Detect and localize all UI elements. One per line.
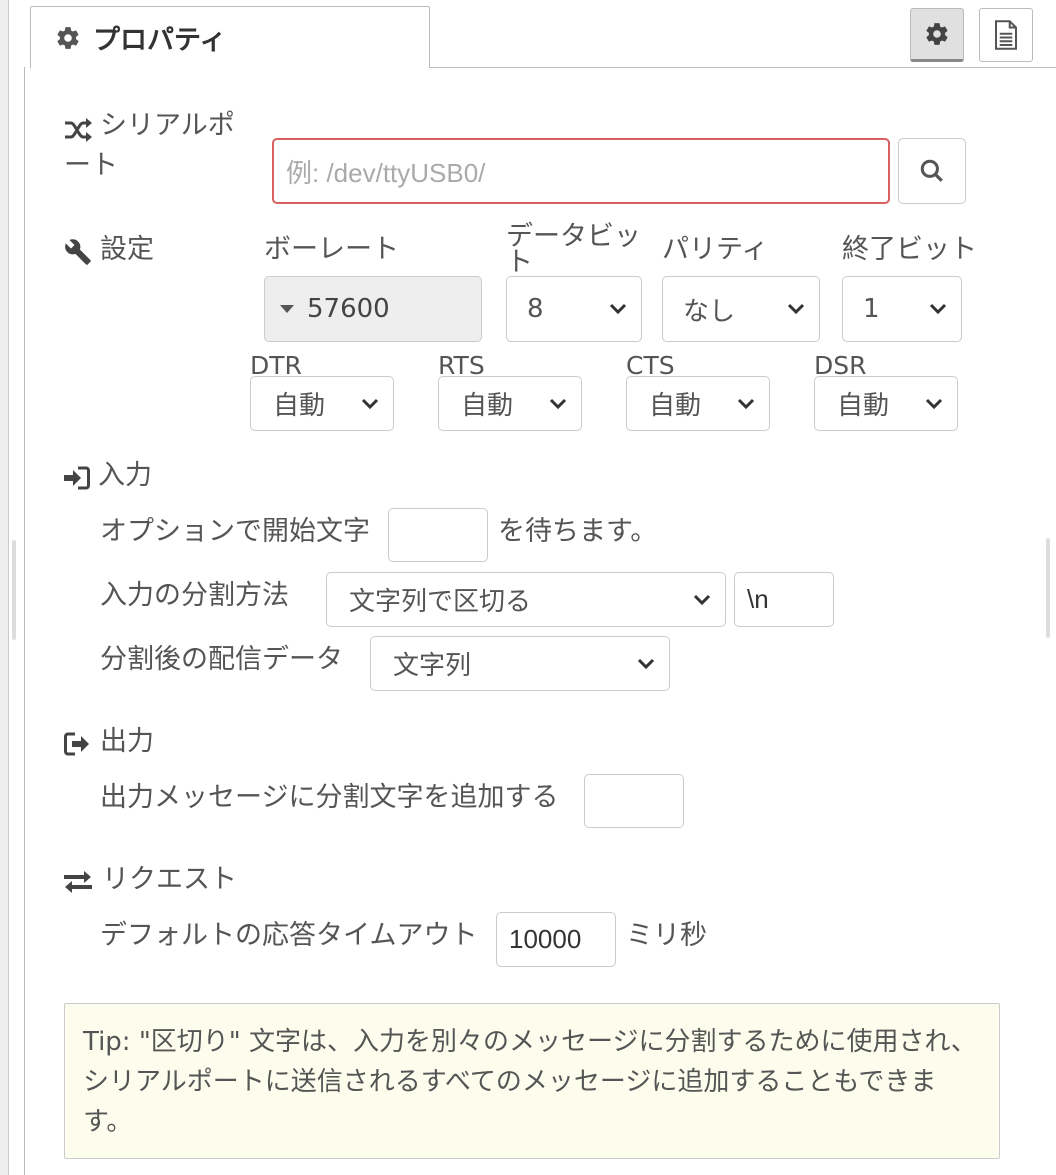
timeout-label: デフォルトの応答タイムアウト — [100, 920, 478, 951]
workspace-edge — [0, 0, 9, 1175]
dsr-select[interactable]: 自動 — [814, 376, 958, 431]
rts-select[interactable]: 自動 — [438, 376, 582, 431]
timeout-input[interactable]: 10000 — [496, 912, 616, 967]
parity-value: なし — [683, 296, 736, 327]
tab-title: プロパティ — [93, 25, 227, 56]
split-char-input[interactable]: \n — [734, 572, 834, 627]
search-port-button[interactable] — [898, 138, 966, 204]
stopbits-value: 1 — [863, 294, 880, 324]
scrollbar[interactable] — [1046, 538, 1050, 638]
chevron-down-icon — [925, 398, 943, 409]
start-char-input[interactable] — [388, 508, 488, 562]
serial-port-label-cont: ート — [64, 150, 118, 181]
chevron-down-icon — [609, 303, 627, 315]
dtr-select[interactable]: 自動 — [250, 376, 394, 431]
shuffle-icon — [65, 118, 92, 142]
serial-port-input[interactable]: 例: /dev/ttyUSB0/ — [272, 138, 890, 204]
exchange-icon — [64, 871, 92, 893]
output-heading: 出力 — [100, 726, 154, 757]
add-char-input[interactable] — [584, 774, 684, 828]
databits-label: データビット — [506, 221, 641, 278]
sign-in-icon — [64, 466, 90, 490]
input-heading: 入力 — [98, 460, 152, 491]
settings-tab-button[interactable] — [910, 8, 964, 62]
tip-text: Tip: "区切り" 文字は、入力を別々のメッセージに分割するために使用され、シ… — [83, 1027, 977, 1137]
serial-port-label: シリアルポ — [100, 110, 235, 141]
properties-panel: プロパティ シリアルポ ート 例: /dev/ttyUSB0/ 設定 ボーレート… — [0, 0, 1056, 1175]
tip-box: Tip: "区切り" 文字は、入力を別々のメッセージに分割するために使用され、シ… — [64, 1003, 1000, 1159]
chevron-down-icon — [737, 398, 755, 409]
dtr-value: 自動 — [273, 391, 326, 421]
chevron-down-icon — [929, 303, 947, 315]
stopbits-select[interactable]: 1 — [842, 276, 962, 342]
stopbits-label: 終了ビット — [842, 234, 977, 265]
split-label: 入力の分割方法 — [100, 580, 289, 611]
search-icon — [920, 159, 943, 182]
baud-value: 57600 — [307, 294, 390, 324]
split-char-value: \n — [747, 584, 769, 614]
resize-handle-left[interactable] — [12, 540, 16, 640]
gear-icon — [57, 26, 79, 49]
cts-value: 自動 — [649, 391, 702, 421]
document-icon — [995, 20, 1017, 50]
databits-select[interactable]: 8 — [506, 276, 642, 342]
chevron-down-icon — [361, 398, 379, 409]
baud-label: ボーレート — [264, 234, 399, 265]
timeout-value: 10000 — [509, 924, 582, 954]
deliver-label: 分割後の配信データ — [100, 644, 343, 675]
chevron-down-icon — [549, 398, 567, 409]
request-heading: リクエスト — [102, 864, 237, 895]
settings-label: 設定 — [100, 234, 154, 265]
caret-down-icon — [280, 305, 294, 313]
timeout-unit: ミリ秒 — [626, 920, 707, 951]
rts-value: 自動 — [461, 391, 514, 421]
add-char-label: 出力メッセージに分割文字を追加する — [100, 782, 559, 813]
serial-port-placeholder: 例: /dev/ttyUSB0/ — [286, 157, 486, 188]
databits-value: 8 — [527, 294, 544, 324]
baud-rate-combo[interactable]: 57600 — [264, 276, 482, 342]
start-char-label: オプションで開始文字 — [100, 516, 370, 547]
chevron-down-icon — [637, 658, 655, 669]
gear-icon — [926, 23, 948, 45]
sign-out-icon — [64, 732, 89, 756]
cts-select[interactable]: 自動 — [626, 376, 770, 431]
deliver-select[interactable]: 文字列 — [370, 636, 670, 691]
tabbar-divider — [429, 67, 1056, 68]
deliver-value: 文字列 — [393, 651, 472, 681]
tab-properties[interactable]: プロパティ — [30, 6, 430, 68]
dsr-value: 自動 — [837, 391, 890, 421]
parity-select[interactable]: なし — [662, 276, 820, 342]
chevron-down-icon — [693, 594, 711, 605]
panel-border — [24, 67, 25, 1175]
chevron-down-icon — [787, 303, 805, 315]
parity-label: パリティ — [662, 234, 769, 265]
description-tab-button[interactable] — [979, 8, 1033, 62]
wrench-icon — [65, 239, 91, 265]
split-method-select[interactable]: 文字列で区切る — [326, 572, 726, 627]
start-char-suffix: を待ちます。 — [498, 516, 658, 547]
split-method-value: 文字列で区切る — [349, 587, 532, 617]
